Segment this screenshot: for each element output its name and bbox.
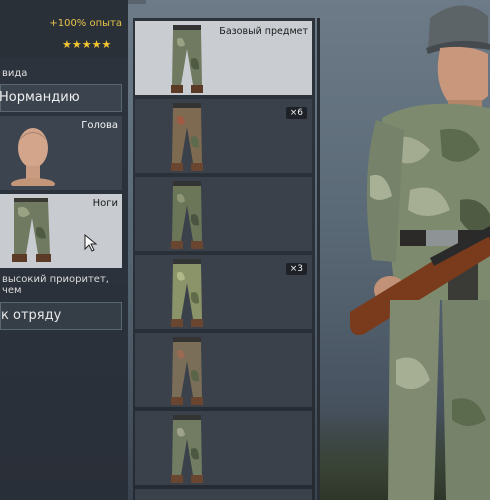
pants-item-icon [171,181,203,249]
xp-bonus-label: +100% опыта [49,18,122,29]
top-tab-indicator [126,0,146,4]
xp-header: +100% опыта ★★★★★ [0,0,128,58]
pants-item-icon [171,337,203,405]
pants-item-icon [171,259,203,327]
item-count-badge: ×6 [285,107,307,119]
item-card[interactable]: ×6 [135,99,312,173]
soldier-character-model [350,5,490,500]
item-count-badge: ×3 [285,263,307,275]
item-card[interactable]: ×3 [135,255,312,329]
slot-legs[interactable]: Ноги [0,194,122,268]
item-card[interactable] [135,177,312,251]
priority-note: высокий приоритет, чем [2,274,109,296]
slot-head-label: Голова [81,120,118,131]
item-card-partial[interactable] [135,489,312,500]
to-squad-button-label: к отряду [1,308,62,323]
item-grid-scrollbar[interactable] [317,18,320,500]
item-card[interactable] [135,333,312,407]
campaign-select[interactable]: Нормандию [0,84,122,112]
legs-pants-icon [12,198,51,262]
head-portrait-icon [11,128,55,186]
pants-item-icon [171,415,203,483]
appearance-panel: +100% опыта ★★★★★ вида Нормандию Голова … [0,0,128,500]
item-grid: Базовый предмет ×6 ×3 [133,18,315,500]
to-squad-button[interactable]: к отряду [0,302,122,330]
slot-legs-label: Ноги [92,198,118,209]
section-label: вида [2,68,28,79]
item-label: Базовый предмет [219,26,308,37]
item-card[interactable]: Базовый предмет [135,21,312,95]
campaign-select-value: Нормандию [0,90,80,105]
rating-stars-icon: ★★★★★ [62,38,112,51]
pants-item-icon [171,103,203,171]
slot-head[interactable]: Голова [0,116,122,190]
item-card[interactable] [135,411,312,485]
mouse-cursor-icon [84,234,98,252]
pants-item-icon [171,25,203,93]
